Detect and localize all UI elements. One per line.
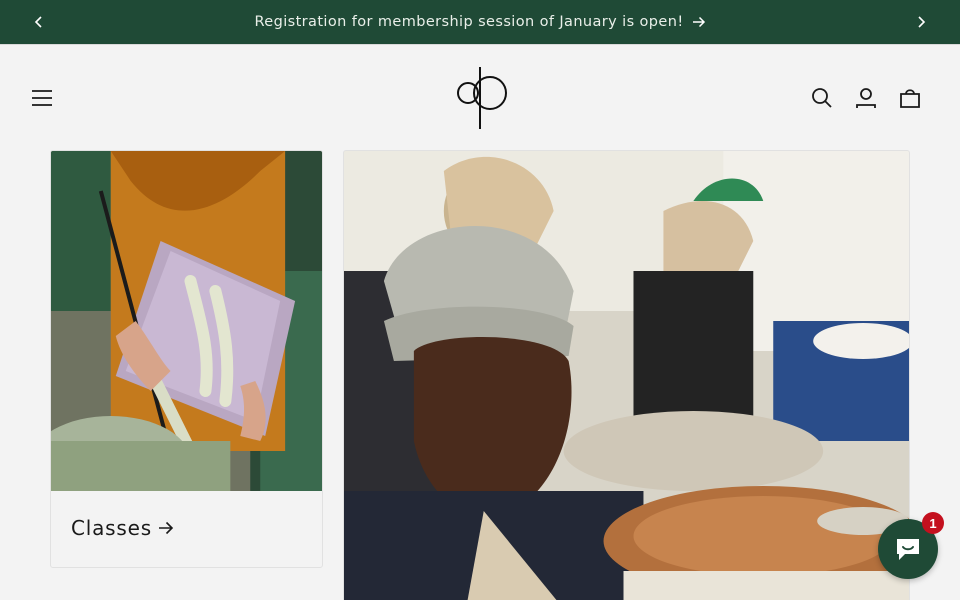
collection-card-classes[interactable]: Classes [50,150,323,568]
chevron-left-icon [34,16,42,28]
classes-card-title[interactable]: Classes [71,516,174,540]
search-icon [812,88,832,108]
classes-card-label: Classes [71,516,152,540]
cart-icon [900,89,920,108]
classes-image [51,151,322,491]
site-header [0,45,960,150]
menu-button[interactable] [22,78,62,118]
arrow-right-icon [158,521,174,535]
announcement-prev-button[interactable] [17,0,61,44]
hamburger-menu-icon [32,90,52,106]
chat-unread-badge: 1 [922,512,944,534]
announcement-next-button[interactable] [899,0,943,44]
pottery-image [344,151,909,600]
chat-bubble-icon [897,539,919,560]
studio-logo[interactable] [450,65,514,131]
cart-button[interactable] [890,78,930,118]
announcement-link[interactable]: Registration for membership session of J… [254,14,705,30]
chevron-right-icon [918,16,926,28]
announcement-bar: Registration for membership session of J… [0,0,960,44]
search-button[interactable] [802,78,842,118]
collection-card-pottery[interactable] [343,150,910,600]
arrow-right-icon [692,16,705,28]
account-button[interactable] [846,78,886,118]
logo-mark [457,67,507,129]
announcement-text: Registration for membership session of J… [254,14,684,30]
account-icon [856,88,876,108]
